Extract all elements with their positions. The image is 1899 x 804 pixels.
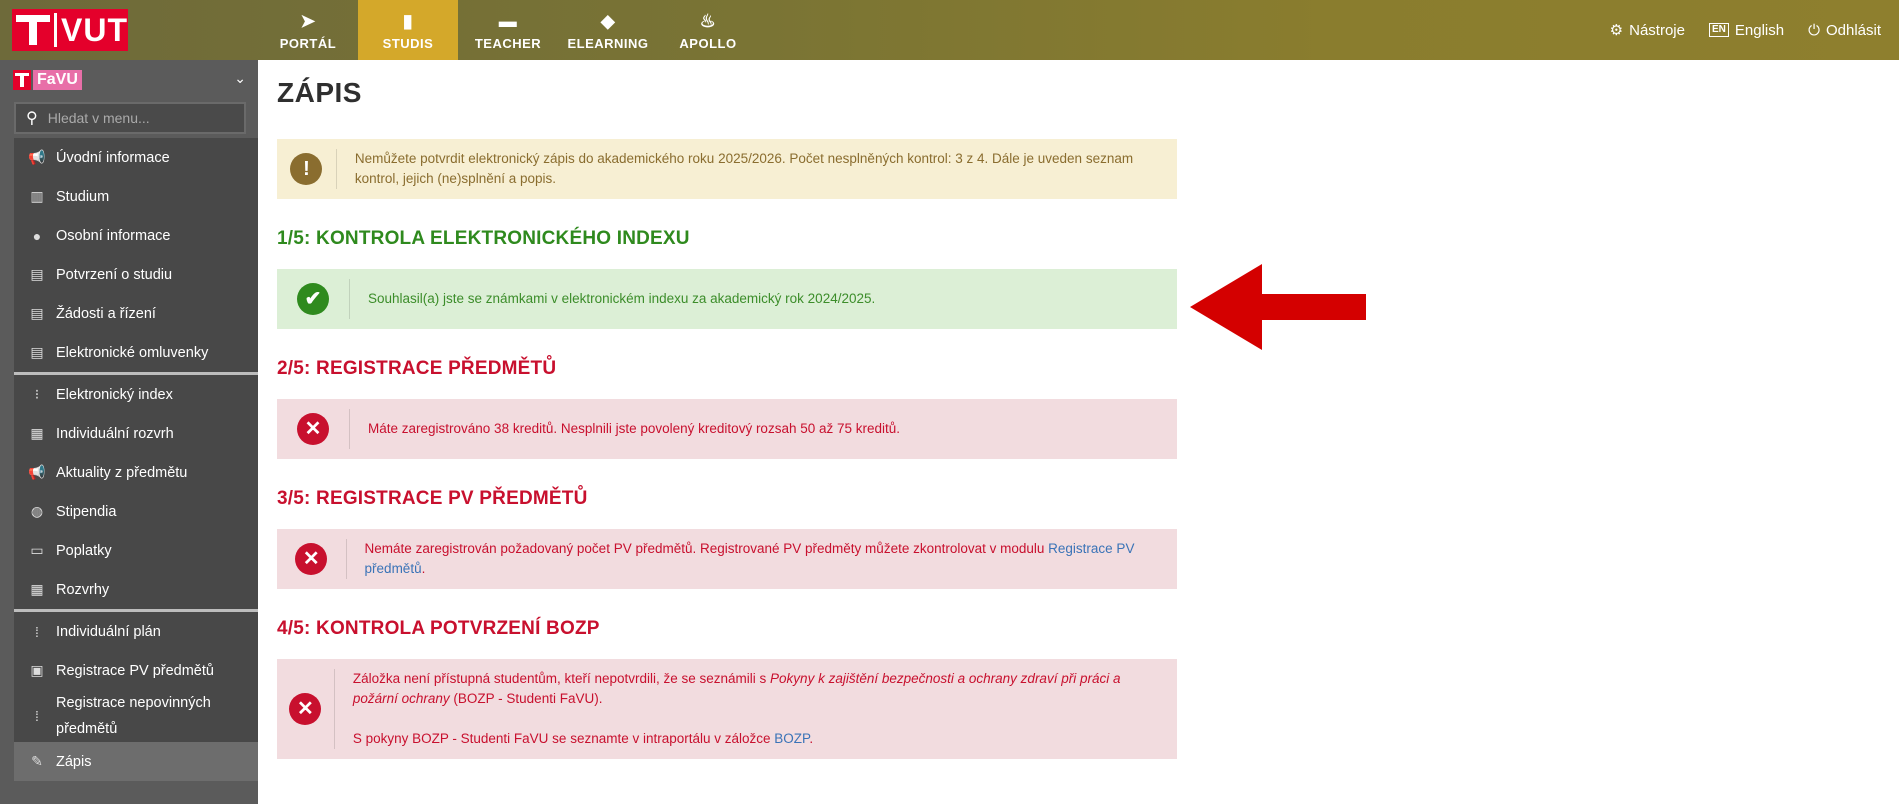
piggy-bank-icon: ◍ <box>30 503 44 519</box>
clipboard-check-icon: ▣ <box>30 662 44 678</box>
section-title-course-registration: 2/5: REGISTRACE PŘEDMĚTŮ <box>277 358 557 379</box>
x-icon: ✕ <box>295 543 328 575</box>
briefcase-icon: ▬ <box>498 11 518 31</box>
tab-portal[interactable]: ➤ PORTÁL <box>258 0 358 60</box>
logout-button[interactable]: ⏻ Odhlásit <box>1808 22 1881 39</box>
document-icon: ▤ <box>30 344 44 360</box>
warning-text: Nemůžete potvrdit elektronický zápis do … <box>354 151 1134 186</box>
error-alert-credits: ✕ Máte zaregistrováno 38 kreditů. Nespln… <box>277 399 1177 459</box>
index-icon: ⁝ <box>34 386 40 402</box>
paper-plane-icon: ➤ <box>300 11 316 31</box>
sidebar-item-aktuality-z-predmetu[interactable]: 📢 Aktuality z předmětu <box>14 453 258 492</box>
plan-icon: ⁞ <box>35 623 39 640</box>
error-text-pv: Nemáte zaregistrován požadovaný počet PV… <box>364 541 1135 576</box>
tab-teacher[interactable]: ▬ TEACHER <box>458 0 558 60</box>
faculty-selector[interactable]: FaVU ⌄ <box>0 60 258 100</box>
section-title-pv-registration: 3/5: REGISTRACE PV PŘEDMĚTŮ <box>277 488 588 509</box>
tab-studis[interactable]: ▮ STUDIS <box>358 0 458 60</box>
books-icon: ▥ <box>30 188 44 204</box>
sidebar-item-uvodni-informace[interactable]: 📢 Úvodní informace <box>14 138 258 177</box>
sidebar-item-registrace-nepovinnych-predmetu[interactable]: ⁞ Registrace nepovinných předmětů <box>14 690 258 742</box>
tools-button[interactable]: ⚙ Nástroje <box>1609 21 1685 40</box>
check-icon: ✔ <box>297 283 329 315</box>
megaphone-icon: 📢 <box>28 149 46 165</box>
section-title-electronic-index: 1/5: KONTROLA ELEKTRONICKÉHO INDEXU <box>277 228 690 249</box>
tab-elearning[interactable]: ◆ ELEARNING <box>558 0 658 60</box>
sidebar-item-poplatky[interactable]: ▭ Poplatky <box>14 531 258 570</box>
sidebar: FaVU ⌄ ⚲ 📢Úvodní informace ▥Studium ●Oso… <box>0 60 258 804</box>
app-tabs: ➤ PORTÁL ▮ STUDIS ▬ TEACHER ◆ ELEARNING … <box>258 0 758 60</box>
main-content: ZÁPIS ! Nemůžete potvrdit elektronický z… <box>277 60 1177 759</box>
language-flag-icon: EN <box>1708 23 1729 37</box>
language-button[interactable]: EN English <box>1708 22 1784 39</box>
power-icon: ⏻ <box>1808 21 1820 39</box>
menu-search: ⚲ <box>14 102 246 134</box>
sidebar-item-osobni-informace[interactable]: ● Osobní informace <box>14 216 258 255</box>
document-icon: ▤ <box>30 305 44 321</box>
error-alert-bozp: ✕ Záložka není přístupná studentům, kteř… <box>277 659 1177 759</box>
vut-t-mark <box>16 13 51 47</box>
exclamation-icon: ! <box>290 153 323 185</box>
gear-icon: ⚙ <box>1609 22 1624 39</box>
money-icon: ▭ <box>30 542 44 558</box>
page-title: ZÁPIS <box>277 77 362 108</box>
sidebar-item-elektronicke-omluvenky[interactable]: ▤ Elektronické omluvenky <box>14 333 258 372</box>
faculty-name: FaVU <box>33 70 82 90</box>
error-text-credits: Máte zaregistrováno 38 kreditů. Nesplnil… <box>368 421 901 436</box>
sidebar-item-stipendia[interactable]: ◍ Stipendia <box>14 492 258 531</box>
chevron-down-icon: ⌄ <box>234 70 246 86</box>
x-icon: ✕ <box>289 693 322 725</box>
error-alert-pv: ✕ Nemáte zaregistrován požadovaný počet … <box>277 529 1177 589</box>
success-text: Souhlasil(a) jste se známkami v elektron… <box>368 291 876 306</box>
section-title-bozp: 4/5: KONTROLA POTVRZENÍ BOZP <box>277 618 600 639</box>
megaphone-icon: 📢 <box>28 464 46 480</box>
sidebar-item-individualni-plan[interactable]: ⁞ Individuální plán <box>14 612 258 651</box>
error-text-bozp: Záložka není přístupná studentům, kteří … <box>352 671 1121 746</box>
warning-alert: ! Nemůžete potvrdit elektronický zápis d… <box>277 139 1177 199</box>
bozp-link[interactable]: BOZP <box>774 731 809 746</box>
vut-logo[interactable]: VUT <box>12 9 128 51</box>
user-menu: ⚙ Nástroje EN English ⏻ Odhlásit <box>1610 0 1881 60</box>
sidebar-menu: 📢 Úvodní informace ▥ Studium ● Osobní infor… <box>14 138 258 781</box>
sidebar-item-studium[interactable]: ▥ Studium <box>14 177 258 216</box>
pencil-icon: ✎ <box>31 753 43 769</box>
sidebar-item-rozvrhy[interactable]: ▦ Rozvrhy <box>14 570 258 609</box>
sidebar-item-zadosti-a-rizeni[interactable]: ▤ Žádosti a řízení <box>14 294 258 333</box>
sidebar-item-registrace-pv-predmetu[interactable]: ▣ Registrace PV předmětů <box>14 651 258 690</box>
graduation-cap-icon: ◆ <box>600 11 616 31</box>
calendar-icon: ▦ <box>30 425 44 441</box>
sidebar-item-individualni-rozvrh[interactable]: ▦ Individuální rozvrh <box>14 414 258 453</box>
sidebar-item-elektronicky-index[interactable]: ⁝ Elektronický index <box>14 375 258 414</box>
book-icon: ▮ <box>402 11 414 31</box>
search-icon: ⚲ <box>26 110 38 127</box>
logo-text: VUT <box>61 11 128 48</box>
menu-search-input[interactable] <box>45 109 240 127</box>
red-arrow-annotation <box>1190 264 1366 350</box>
faculty-logo <box>13 70 31 90</box>
person-icon: ● <box>32 227 42 244</box>
sidebar-item-zapis[interactable]: ✎ Zápis <box>14 742 258 781</box>
tab-apollo[interactable]: ♨ APOLLO <box>658 0 758 60</box>
flame-icon: ♨ <box>699 11 717 31</box>
calendar-icon: ▦ <box>30 581 44 597</box>
success-alert: ✔ Souhlasil(a) jste se známkami v elektr… <box>277 269 1177 329</box>
document-icon: ▤ <box>30 266 44 282</box>
x-icon: ✕ <box>297 413 329 445</box>
sidebar-item-potvrzeni-o-studiu[interactable]: ▤ Potvrzení o studiu <box>14 255 258 294</box>
plan-icon: ⁞ <box>35 708 39 724</box>
top-navigation-bar: VUT ➤ PORTÁL ▮ STUDIS ▬ TEACHER ◆ ELEARN… <box>0 0 1899 60</box>
